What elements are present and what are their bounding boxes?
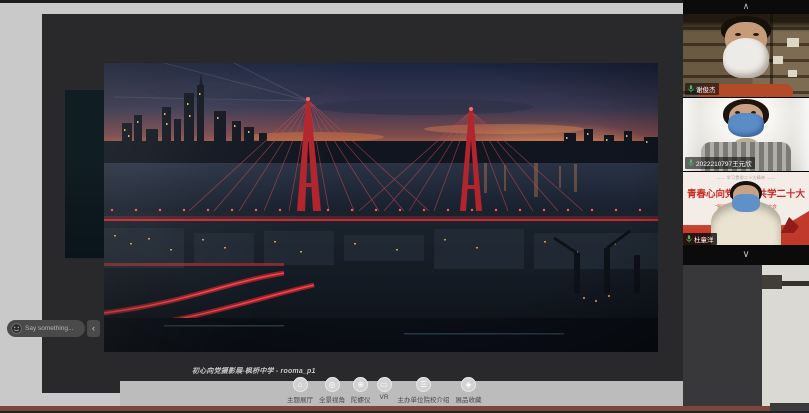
- gyroscope-icon: ⊕: [353, 377, 368, 392]
- participant-video-1[interactable]: 谢俊杰: [683, 14, 809, 97]
- bookshelf-box: [787, 38, 799, 47]
- participant-video-2[interactable]: 2022210797王元欣: [683, 98, 809, 171]
- scroll-up-button[interactable]: ∧: [683, 0, 809, 14]
- scroll-down-button[interactable]: ∨: [683, 245, 809, 265]
- banner-title-right: 共学二十大: [757, 186, 805, 200]
- organizer-info-icon: ☰: [416, 377, 431, 392]
- smiley-icon[interactable]: [11, 323, 22, 334]
- participants-sidebar: ∧ 谢俊杰: [683, 0, 809, 265]
- exhibition-toolbar: ⌂ 主题展厅 ◎ 全景视角 ⊕ 陀螺仪 ▭ VR ☰ 主办单位院校介绍 ◈ 展品…: [287, 377, 482, 404]
- participant-eye: [753, 33, 759, 36]
- bookshelf-box: [773, 56, 783, 64]
- participant-name: 2022210797王元欣: [696, 158, 752, 168]
- face-mask: [723, 38, 769, 78]
- tool-exhibit-hall-button[interactable]: ⌂ 主题展厅: [287, 377, 313, 404]
- participant-name-tag: 谢俊杰: [685, 83, 719, 95]
- screen-share-stage: 初心向党摄影展-枫桥中学 - rooma_p1: [42, 14, 683, 393]
- participant-name: 杜童洋: [694, 234, 714, 244]
- tool-label: 主办单位院校介绍: [398, 394, 450, 404]
- chat-input[interactable]: Say something...: [7, 320, 85, 337]
- background-panel-dark: [683, 265, 762, 406]
- collection-icon: ◈: [461, 377, 476, 392]
- window-glare: [791, 98, 809, 171]
- participant-video-3[interactable]: —— 学习贯彻二十大精神 —— 青春心向党 共学二十大 “强国少年”学习二十大精…: [683, 172, 809, 245]
- chevron-down-icon: ∨: [742, 249, 749, 260]
- panorama-icon: ◎: [325, 377, 340, 392]
- adjacent-exhibit-photo: [65, 90, 106, 258]
- mic-icon: [688, 85, 694, 93]
- exhibit-hall-icon: ⌂: [293, 377, 308, 392]
- chat-collapse-button[interactable]: ‹: [87, 320, 100, 337]
- tool-label: 主题展厅: [287, 394, 313, 404]
- chevron-left-icon: ‹: [92, 323, 95, 333]
- chat-bar: Say something... ‹: [7, 320, 100, 337]
- background-wall-object: [762, 275, 782, 289]
- participant-name: 谢俊杰: [696, 84, 716, 94]
- exhibition-room-label: 初心向党摄影展-枫桥中学 - rooma_p1: [192, 366, 512, 376]
- exhibit-photo-bridge[interactable]: [104, 63, 658, 352]
- screen-glare: [104, 63, 658, 352]
- tool-panorama-button[interactable]: ◎ 全景视角: [319, 377, 345, 404]
- bookshelf-box: [788, 70, 797, 77]
- mic-icon: [688, 159, 694, 167]
- bottom-right-corner-block: [770, 403, 809, 411]
- vr-goggles-icon: ▭: [377, 377, 392, 392]
- banner-title-left: 青春心向党: [687, 186, 735, 200]
- meeting-window: 初心向党摄影展-枫桥中学 - rooma_p1 ⌂ 主题展厅 ◎ 全景视角 ⊕ …: [0, 0, 809, 413]
- participant-name-tag: 杜童洋: [683, 233, 717, 245]
- tool-organizer-info-button[interactable]: ☰ 主办单位院校介绍: [398, 377, 450, 404]
- face-mask: [732, 194, 760, 212]
- participant-eye: [735, 33, 741, 36]
- tool-vr-button[interactable]: ▭ VR: [377, 377, 392, 401]
- tool-label: 展品收藏: [456, 394, 482, 404]
- chevron-up-icon: ∧: [743, 1, 750, 11]
- tool-label: 陀螺仪: [351, 394, 371, 404]
- tool-label: 全景视角: [319, 394, 345, 404]
- tool-label: VR: [379, 394, 388, 401]
- chat-placeholder: Say something...: [25, 325, 73, 332]
- mic-icon: [686, 235, 692, 243]
- tool-gyroscope-button[interactable]: ⊕ 陀螺仪: [351, 377, 371, 404]
- participant-name-tag: 2022210797王元欣: [685, 157, 755, 169]
- tool-collection-button[interactable]: ◈ 展品收藏: [456, 377, 482, 404]
- background-desktop-strip: [762, 265, 809, 406]
- face-mask: [728, 113, 764, 137]
